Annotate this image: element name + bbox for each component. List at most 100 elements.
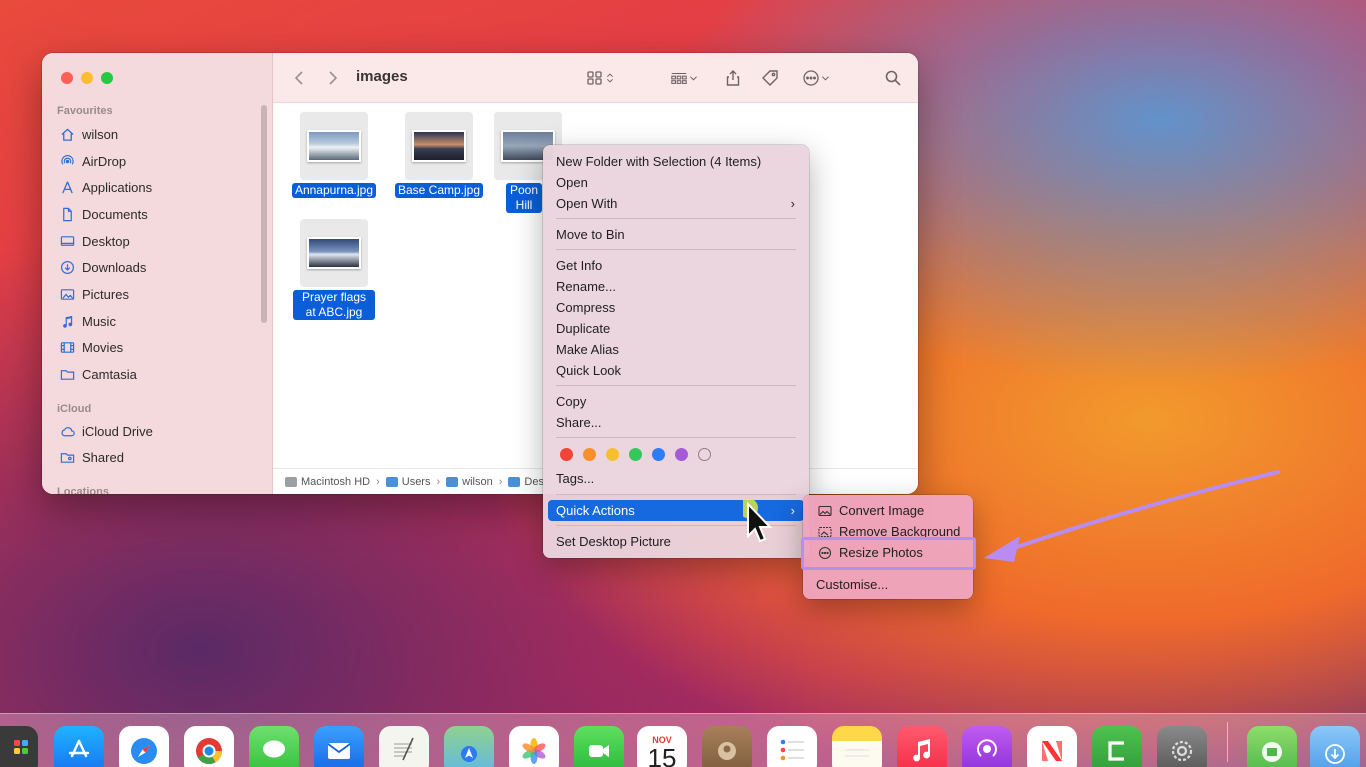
group-button[interactable] xyxy=(670,68,699,88)
menu-item-rename[interactable]: Rename... xyxy=(548,276,804,297)
sidebar-item-desktop[interactable]: Desktop xyxy=(59,229,130,253)
dock-camtasia[interactable] xyxy=(1092,726,1142,767)
menu-item-move-to-bin[interactable]: Move to Bin xyxy=(548,224,804,245)
dock-contacts[interactable] xyxy=(702,726,752,767)
menu-item-duplicate[interactable]: Duplicate xyxy=(548,318,804,339)
dock-photos[interactable] xyxy=(509,726,559,767)
dock-messages[interactable] xyxy=(249,726,299,767)
document-icon xyxy=(59,206,75,222)
file-item[interactable]: Annapurna.jpg xyxy=(284,112,384,199)
menu-separator xyxy=(556,385,796,386)
tag-grey[interactable] xyxy=(698,448,711,461)
submenu-item-convert-image[interactable]: Convert Image xyxy=(808,500,968,521)
chevron-down-icon xyxy=(690,76,697,81)
chevron-right-icon xyxy=(329,71,338,85)
tag-blue[interactable] xyxy=(652,448,665,461)
zoom-button[interactable] xyxy=(101,72,113,84)
tag-yellow[interactable] xyxy=(606,448,619,461)
sidebar-item-pictures[interactable]: Pictures xyxy=(59,282,129,306)
forward-button[interactable] xyxy=(323,68,341,88)
share-button[interactable] xyxy=(724,68,742,88)
close-button[interactable] xyxy=(61,72,73,84)
dock-app-store[interactable] xyxy=(54,726,104,767)
dock-news[interactable] xyxy=(1027,726,1077,767)
menu-item-new-folder[interactable]: New Folder with Selection (4 Items) xyxy=(548,151,804,172)
sidebar-item-movies[interactable]: Movies xyxy=(59,335,123,359)
tag-purple[interactable] xyxy=(675,448,688,461)
tag-green[interactable] xyxy=(629,448,642,461)
tag-orange[interactable] xyxy=(583,448,596,461)
menu-item-copy[interactable]: Copy xyxy=(548,391,804,412)
sidebar-item-label: Pictures xyxy=(82,286,129,302)
dock-app-installer[interactable] xyxy=(1247,726,1297,767)
menu-item-open[interactable]: Open xyxy=(548,172,804,193)
sidebar-item-camtasia[interactable]: Camtasia xyxy=(59,362,137,386)
calendar-day: 15 xyxy=(647,742,677,767)
file-thumbnail xyxy=(405,112,473,180)
tag-red[interactable] xyxy=(560,448,573,461)
sidebar-item-downloads[interactable]: Downloads xyxy=(59,255,146,279)
dock-launchpad[interactable] xyxy=(0,726,38,767)
sidebar-item-label: Shared xyxy=(82,449,124,465)
folder-icon xyxy=(59,366,75,382)
menu-item-make-alias[interactable]: Make Alias xyxy=(548,339,804,360)
submenu-item-customise[interactable]: Customise... xyxy=(808,574,968,595)
dock-music[interactable] xyxy=(897,726,947,767)
sidebar-item-icloud-drive[interactable]: iCloud Drive xyxy=(59,419,153,443)
sidebar-item-airdrop[interactable]: AirDrop xyxy=(59,149,126,173)
disk-icon xyxy=(285,476,297,487)
installer-icon xyxy=(1262,742,1282,762)
dock-mail[interactable] xyxy=(314,726,364,767)
annotation-arrow-icon xyxy=(984,470,1280,562)
menu-item-open-with[interactable]: Open With › xyxy=(548,193,804,214)
sidebar-item-wilson[interactable]: wilson xyxy=(59,122,118,146)
menu-item-tags[interactable]: Tags... xyxy=(548,468,804,489)
sidebar-item-label: Music xyxy=(82,313,116,329)
search-button[interactable] xyxy=(884,68,902,88)
file-name[interactable]: Poon Hill Station xyxy=(506,183,542,213)
sidebar-scrollbar[interactable] xyxy=(261,105,267,323)
chevron-down-icon xyxy=(822,76,829,81)
path-segment[interactable]: wilson xyxy=(446,476,493,488)
sidebar-item-label: Downloads xyxy=(82,259,147,275)
menu-item-get-info[interactable]: Get Info xyxy=(548,255,804,276)
file-name[interactable]: Annapurna.jpg xyxy=(291,183,377,198)
menu-item-compress[interactable]: Compress xyxy=(548,297,804,318)
chevron-right-icon: › xyxy=(376,475,380,488)
path-segment[interactable]: Des xyxy=(508,476,544,488)
dock-system-preferences[interactable] xyxy=(1157,726,1207,767)
dock-textedit[interactable] xyxy=(379,726,429,767)
dock-chrome[interactable] xyxy=(184,726,234,767)
file-name[interactable]: Prayer flags at ABC.jpg xyxy=(293,290,375,320)
dock-notes[interactable] xyxy=(832,726,882,767)
sidebar-item-documents[interactable]: Documents xyxy=(59,202,148,226)
more-actions-button[interactable] xyxy=(802,68,831,88)
gear-icon xyxy=(1171,740,1193,762)
path-segment[interactable]: Macintosh HD xyxy=(285,476,370,488)
menu-item-quick-look[interactable]: Quick Look xyxy=(548,360,804,381)
path-segment[interactable]: Users xyxy=(385,476,430,488)
file-item[interactable]: Base Camp.jpg xyxy=(389,112,489,199)
sidebar-item-music[interactable]: Music xyxy=(59,309,116,333)
dock-downloads-stack[interactable] xyxy=(1310,726,1360,767)
menu-separator xyxy=(556,494,796,495)
chevron-left-icon xyxy=(294,71,303,85)
minimize-button[interactable] xyxy=(81,72,93,84)
podcasts-icon xyxy=(977,739,997,757)
sidebar-item-shared[interactable]: Shared xyxy=(59,445,124,469)
file-name[interactable]: Base Camp.jpg xyxy=(394,183,484,198)
dock-facetime[interactable] xyxy=(574,726,624,767)
dock-reminders[interactable] xyxy=(767,726,817,767)
dock-podcasts[interactable] xyxy=(962,726,1012,767)
dock-maps[interactable] xyxy=(444,726,494,767)
dock-calendar[interactable]: NOV 15 xyxy=(637,726,687,767)
dock-safari[interactable] xyxy=(119,726,169,767)
sidebar-item-applications[interactable]: Applications xyxy=(59,175,152,199)
menu-item-share[interactable]: Share... xyxy=(548,412,804,433)
sidebar-item-label: Camtasia xyxy=(82,366,137,382)
file-item[interactable]: Prayer flags at ABC.jpg xyxy=(284,219,384,321)
view-mode-button[interactable] xyxy=(586,68,616,88)
dock-divider xyxy=(1227,722,1228,762)
tags-button[interactable] xyxy=(761,68,779,88)
back-button[interactable] xyxy=(291,68,309,88)
